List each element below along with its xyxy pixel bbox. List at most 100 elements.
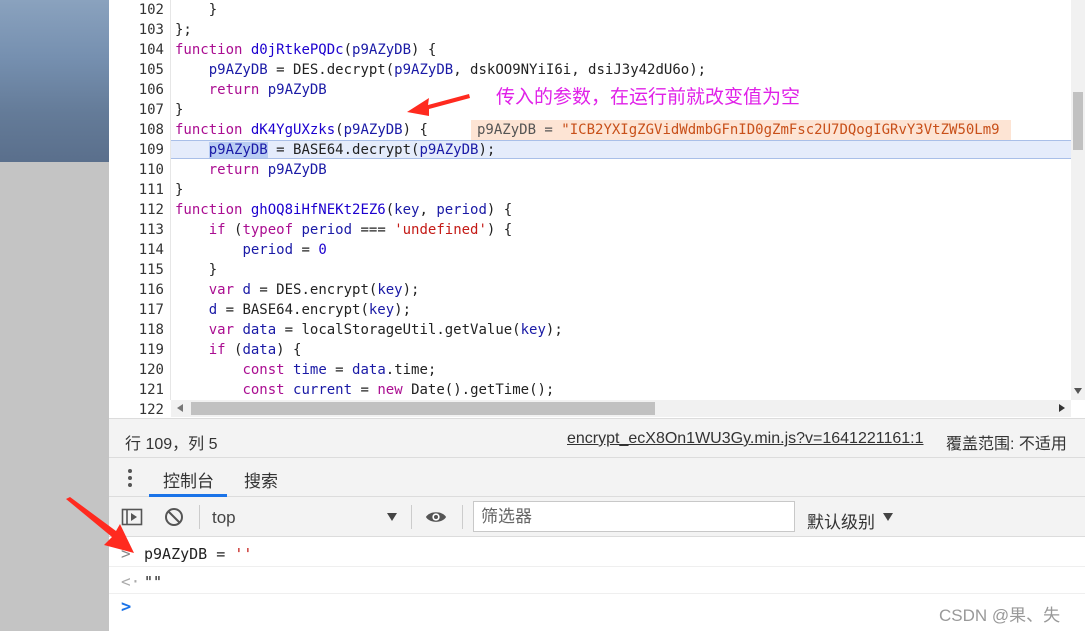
code-line: } xyxy=(175,0,217,20)
source-editor[interactable]: 102 103 104 105 106 107 108 109 110 111 112 113 114 1… xyxy=(109,0,1085,418)
line-number[interactable]: 108 xyxy=(109,120,164,140)
code-token: ); xyxy=(545,322,563,338)
console-result-text: "" xyxy=(144,573,163,591)
code-token: data xyxy=(242,322,277,338)
tab-console[interactable]: 控制台 xyxy=(163,467,214,492)
context-dropdown-caret-icon[interactable] xyxy=(387,513,397,521)
code-token: key xyxy=(377,282,403,298)
vertical-scroll-thumb[interactable] xyxy=(1073,92,1083,150)
inline-value-name: p9AZyDB = xyxy=(477,122,562,138)
horizontal-scrollbar[interactable] xyxy=(171,400,1071,417)
filter-input[interactable] xyxy=(473,501,795,532)
line-number[interactable]: 103 xyxy=(109,20,164,40)
horizontal-scroll-thumb[interactable] xyxy=(191,402,655,415)
csdn-watermark: CSDN @果、失 xyxy=(939,606,1061,625)
line-number[interactable]: 120 xyxy=(109,360,164,380)
line-number[interactable]: 121 xyxy=(109,380,164,400)
console-prompt-icon[interactable]: > xyxy=(121,597,131,617)
code-token: new xyxy=(377,382,403,398)
result-return-arrow-icon: <· xyxy=(121,572,141,591)
code-token: p9AZyDB xyxy=(419,142,479,158)
line-number[interactable]: 115 xyxy=(109,260,164,280)
toolbar-separator xyxy=(199,505,200,529)
scroll-left-arrow-icon[interactable] xyxy=(177,404,183,412)
code-token: ) { xyxy=(402,122,428,138)
code-token: dK4YgUXzks xyxy=(250,122,336,138)
scroll-down-arrow-icon[interactable] xyxy=(1074,388,1082,394)
inline-variable-value: p9AZyDB = "ICB2YXIgZGVidWdmbGFnID0gZmFsc… xyxy=(471,120,1011,140)
vertical-scrollbar[interactable] xyxy=(1071,0,1085,400)
line-number[interactable]: 111 xyxy=(109,180,164,200)
line-number[interactable]: 105 xyxy=(109,60,164,80)
code-token: = BASE64.encrypt( xyxy=(217,302,369,318)
code-token: p9AZyDB xyxy=(208,62,268,78)
code-line: var d = DES.encrypt(key); xyxy=(175,280,420,300)
code-token: period xyxy=(301,222,353,238)
line-number[interactable]: 104 xyxy=(109,40,164,60)
tab-search[interactable]: 搜索 xyxy=(244,467,278,492)
line-number[interactable]: 118 xyxy=(109,320,164,340)
code-token: = xyxy=(352,382,378,398)
line-number[interactable]: 119 xyxy=(109,340,164,360)
code-token: } xyxy=(208,2,218,18)
code-line: } xyxy=(175,100,183,120)
more-tools-kebab-icon[interactable] xyxy=(128,469,132,490)
clear-console-icon[interactable] xyxy=(163,507,185,527)
code-token: ( xyxy=(225,342,243,358)
console-result-row: <· "" xyxy=(109,566,1085,594)
code-token: ( xyxy=(385,202,395,218)
log-level-caret-icon[interactable] xyxy=(883,513,893,521)
live-expression-eye-icon[interactable] xyxy=(425,507,447,527)
code-token: = DES.encrypt( xyxy=(250,282,378,298)
code-token: , dskOO9NYiI6i, dsiJ3y42dU6o); xyxy=(453,62,707,78)
line-number[interactable]: 109 xyxy=(109,140,164,160)
console-input-text: p9AZyDB = '' xyxy=(144,545,252,563)
source-file-link[interactable]: encrypt_ecX8On1WU3Gy.min.js?v=1641221161… xyxy=(567,430,924,448)
code-token: }; xyxy=(175,22,192,38)
code-token: var xyxy=(208,282,235,298)
line-number[interactable]: 107 xyxy=(109,100,164,120)
code-token: ( xyxy=(343,42,353,58)
code-token: key xyxy=(520,322,546,338)
code-token: 0 xyxy=(318,242,327,258)
annotation-arrow-console xyxy=(66,497,134,553)
annotation-arrow xyxy=(407,94,470,116)
code-token: function xyxy=(175,42,243,58)
line-number[interactable]: 117 xyxy=(109,300,164,320)
code-line: function ghOQ8iHfNEKt2EZ6(key, period) { xyxy=(175,200,512,220)
line-number[interactable]: 110 xyxy=(109,160,164,180)
code-area[interactable]: }}; function d0jRtkePQDc(p9AZyDB) { p9AZy… xyxy=(175,0,1071,400)
line-number[interactable]: 114 xyxy=(109,240,164,260)
line-number[interactable]: 113 xyxy=(109,220,164,240)
code-token: if xyxy=(208,222,226,238)
code-token: return xyxy=(208,82,260,98)
code-token: ) { xyxy=(486,222,513,238)
line-number[interactable]: 102 xyxy=(109,0,164,20)
code-token: return xyxy=(208,162,260,178)
code-token: } xyxy=(175,102,184,118)
code-line: if (data) { xyxy=(175,340,302,360)
context-selector[interactable]: top xyxy=(212,508,236,528)
code-token: = BASE64.decrypt( xyxy=(267,142,420,158)
line-number[interactable]: 116 xyxy=(109,280,164,300)
log-level-selector[interactable]: 默认级别 xyxy=(807,508,875,533)
code-token: 'undefined' xyxy=(394,222,487,238)
line-number[interactable]: 106 xyxy=(109,80,164,100)
code-token: ); xyxy=(394,302,412,318)
line-number-gutter[interactable]: 102 103 104 105 106 107 108 109 110 111 112 113 114 1… xyxy=(109,0,171,418)
line-number[interactable]: 112 xyxy=(109,200,164,220)
toolbar-separator xyxy=(411,505,412,529)
line-number[interactable]: 122 xyxy=(109,400,164,418)
code-token: function xyxy=(175,202,243,218)
code-token: current xyxy=(293,382,353,398)
code-token: const xyxy=(242,362,285,378)
scroll-right-arrow-icon[interactable] xyxy=(1059,404,1065,412)
